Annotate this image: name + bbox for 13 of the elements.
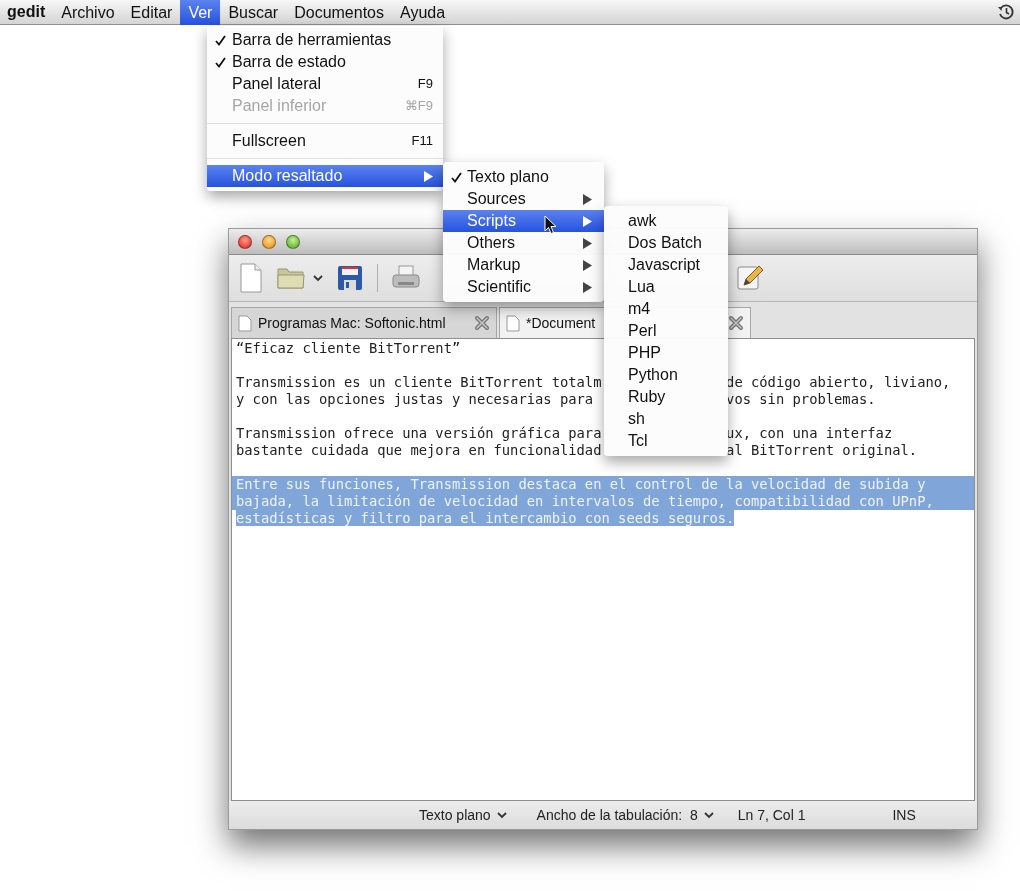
- tab-label: Programas Mac: Softonic.html: [258, 315, 446, 331]
- text-line: Transmission ofrece una versión gráfica para: [236, 425, 602, 442]
- cursor-position: Ln 7, Col 1: [737, 807, 806, 823]
- tab-label: *Document: [526, 315, 596, 331]
- text-line: ux, con una interfaz: [726, 425, 893, 442]
- text-line: al BitTorrent original.: [726, 442, 918, 459]
- text-line: de código abierto, liviano,: [726, 374, 951, 391]
- text-line: vos sin problemas.: [726, 391, 876, 408]
- text-line: y con las opciones justas y necesarias para: [236, 391, 594, 408]
- text-line: “Eficaz cliente BitTorrent”: [236, 340, 461, 356]
- insert-mode: INS: [892, 807, 916, 823]
- text-line: Transmission es un cliente BitTorrent totalm: [236, 374, 602, 391]
- text-line: bastante cuidada que mejora en funcionalidad: [236, 442, 602, 459]
